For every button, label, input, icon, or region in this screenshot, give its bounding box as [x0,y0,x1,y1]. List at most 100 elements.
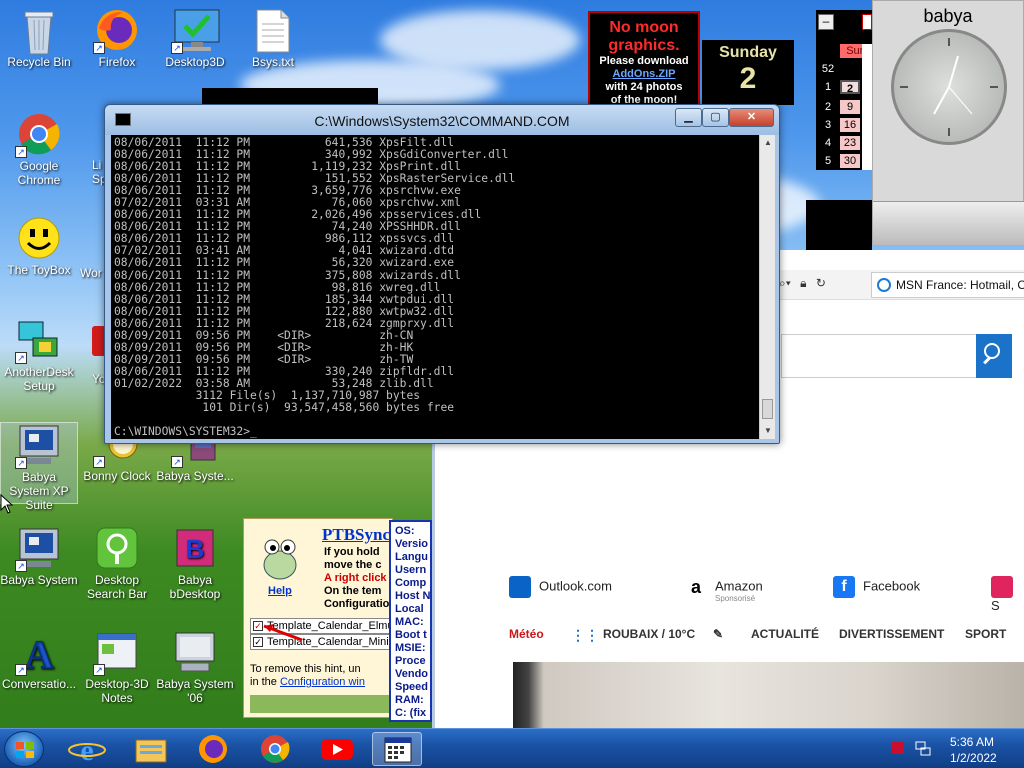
desktop-icon-toybox[interactable]: The ToyBox [0,216,78,277]
clock-date[interactable]: 1/2/2022 [950,751,997,765]
configuration-window-link[interactable]: Configuration win [280,676,365,688]
browser-tab[interactable]: MSN France: Hotmail, Outlook [871,272,1024,298]
calendar-today[interactable]: 2 [840,80,860,95]
news-photo[interactable] [513,662,1024,728]
icon-label: Babya Syste... [156,469,234,483]
quick-link-partial[interactable]: S [991,576,1024,613]
taskbar-firefox[interactable] [188,732,238,766]
start-button[interactable] [4,731,44,767]
taskbar: e 5:36 AM 1/2/2022 [0,728,1024,768]
calendar-day[interactable]: 16 [840,118,860,132]
nav-sport[interactable]: SPORT [965,627,1006,641]
weather-icon: ⋮⋮ [571,627,599,643]
command-prompt-window[interactable]: C:\Windows\System32\COMMAND.COM ▁ ▢ ✕ 08… [104,104,780,444]
taskbar-explorer[interactable] [126,732,176,766]
desktop-icon-partial[interactable]: Li Spa [78,158,106,186]
calendar-widget[interactable]: – Sun 52 1 2 3 4 5 2 9 16 23 30 [816,10,872,170]
scrollbar-thumb[interactable] [762,399,773,419]
quick-link-amazon[interactable]: a Amazon Sponsorisé [685,576,763,603]
day-widget[interactable]: Sunday 2 [702,40,794,105]
console-line: 08/09/2011 09:56 PM <DIR> zh-TW [114,352,414,366]
scroll-down-icon[interactable]: ▼ [760,423,776,439]
desktop-icon-partial[interactable]: Wor [78,266,106,280]
help-link[interactable]: Help [268,585,292,597]
desktop-icon-conversation[interactable]: A ↗ Conversatio... [0,630,78,692]
console-line: 08/09/2011 09:56 PM <DIR> zh-CN [114,328,414,342]
calendar-day[interactable]: 9 [840,100,860,114]
taskbar-ie[interactable]: e [62,732,112,767]
moon-widget-line2: with 24 photos [605,81,683,93]
desktop-icon-partial[interactable]: Yo [78,326,106,386]
sysinfo-line: Vendo [395,668,429,680]
desktop-icon-babya-bdesktop[interactable]: B Babya bDesktop [156,526,234,601]
msn-search-input[interactable] [781,334,976,378]
lock-icon: 🔒︎ [800,276,807,290]
nav-actualite[interactable]: ACTUALITÉ [751,627,819,641]
icon-label: Babya System [0,573,78,587]
moon-widget-title: No moon graphics. [608,19,680,54]
console-line: 08/06/2011 11:12 PM 122,880 xwtpw32.dll [114,304,455,318]
scroll-up-icon[interactable]: ▲ [760,135,776,151]
nav-weather[interactable]: ROUBAIX / 10°C [603,627,695,641]
calendar-minimize-button[interactable]: – [818,14,834,30]
desktop-icon-desktop-search-bar[interactable]: Desktop Search Bar [78,526,156,601]
sysinfo-line: Host N [395,590,431,602]
console-line: 08/06/2011 11:12 PM 98,816 xwreg.dll [114,280,441,294]
cmd-title-bar[interactable]: C:\Windows\System32\COMMAND.COM ▁ ▢ ✕ [105,105,779,135]
shortcut-arrow-icon: ↗ [93,456,105,468]
ptbsync-dialog[interactable]: Help PTBSync If you hold move the c A ri… [243,518,393,718]
shortcut-arrow-icon: ↗ [171,42,183,54]
moon-widget-line1: Please download [599,55,689,67]
ptb-remove-hint: To remove this hint, un in the Configura… [250,663,365,688]
calendar-close-button[interactable] [862,14,872,30]
clock-widget[interactable]: babya [872,0,1024,245]
desktop-icon-recycle-bin[interactable]: Recycle Bin [0,8,78,69]
desktop-icon-desktop-3d-notes[interactable]: ↗ Desktop-3D Notes [78,630,156,705]
desktop-icon-babya-xp-suite[interactable]: ↗ Babya System XP Suite [0,422,78,512]
folder-icon [135,739,167,763]
console-output[interactable]: 08/06/2011 11:12 PM 641,536 XpsFilt.dll … [111,135,759,439]
sysinfo-line: MSIE: [395,642,426,654]
quick-link-outlook[interactable]: Outlook.com [509,576,612,598]
desktop-icon-bsys-txt[interactable]: Bsys.txt [234,8,312,69]
addons-zip-link[interactable]: AddOns.ZIP [590,68,698,81]
internet-explorer-icon: e [68,734,106,767]
close-button[interactable]: ✕ [729,108,774,127]
taskbar-chrome[interactable] [250,732,300,766]
icon-label: Babya System '06 [156,677,234,705]
desktop-icon-desktop3d[interactable]: ↗ Desktop3D [156,8,234,69]
sysinfo-line: Speed [395,681,429,693]
facebook-icon: f [833,576,855,598]
edit-pencil-icon[interactable]: ✎ [713,627,723,641]
system-info-panel[interactable]: OS: Versio Langu Usern Comp Host N Local MAC: Bo… [389,520,432,722]
quick-link-facebook[interactable]: f Facebook [833,576,920,598]
search-dropdown-icon[interactable]: ⌕▾ [779,276,791,290]
console-line: 08/06/2011 11:12 PM 330,240 zipfldr.dll [114,364,455,378]
maximize-button[interactable]: ▢ [702,108,729,127]
nav-meteo[interactable]: Météo [509,627,544,641]
desktop-icon-babya-system[interactable]: ↗ Babya System [0,526,78,587]
nav-divertissement[interactable]: DIVERTISSEMENT [839,627,944,641]
console-text: 08/06/2011 11:12 PM 641,536 XpsFilt.dll … [111,135,759,438]
desktop-icon-firefox[interactable]: ↗ Firefox [78,8,156,69]
minimize-button[interactable]: ▁ [675,108,702,127]
desktop-icon-babya-system-06[interactable]: Babya System '06 [156,630,234,705]
calendar-day[interactable]: 30 [840,154,860,168]
console-line: 08/06/2011 11:12 PM 56,320 xwizard.exe [114,256,455,270]
msn-search-button[interactable] [976,334,1012,378]
network-icon[interactable] [914,740,932,758]
refresh-icon[interactable]: ↻ [816,276,826,290]
sysinfo-line: Proce [395,655,426,667]
console-scrollbar[interactable]: ▲ ▼ [759,135,775,439]
desktop-icon-anotherdesk-setup[interactable]: ↗ AnotherDesk Setup [0,318,78,393]
taskbar-command-prompt[interactable] [372,732,422,766]
icon-label: Conversatio... [1,677,77,691]
moon-widget[interactable]: No moon graphics. Please download AddOns… [588,11,700,106]
taskbar-youtube[interactable] [312,732,362,766]
clock-time[interactable]: 5:36 AM [950,735,994,749]
browser-toolbar: ⌕▾ 🔒︎ ↻ MSN France: Hotmail, Outlook [779,270,1024,300]
desktop-icon-google-chrome[interactable]: ↗ Google Chrome [0,112,78,187]
language-flag-icon[interactable] [892,742,904,754]
calendar-day[interactable]: 23 [840,136,860,150]
console-line: 08/06/2011 11:12 PM 3,659,776 xpsrchvw.e… [114,184,461,198]
